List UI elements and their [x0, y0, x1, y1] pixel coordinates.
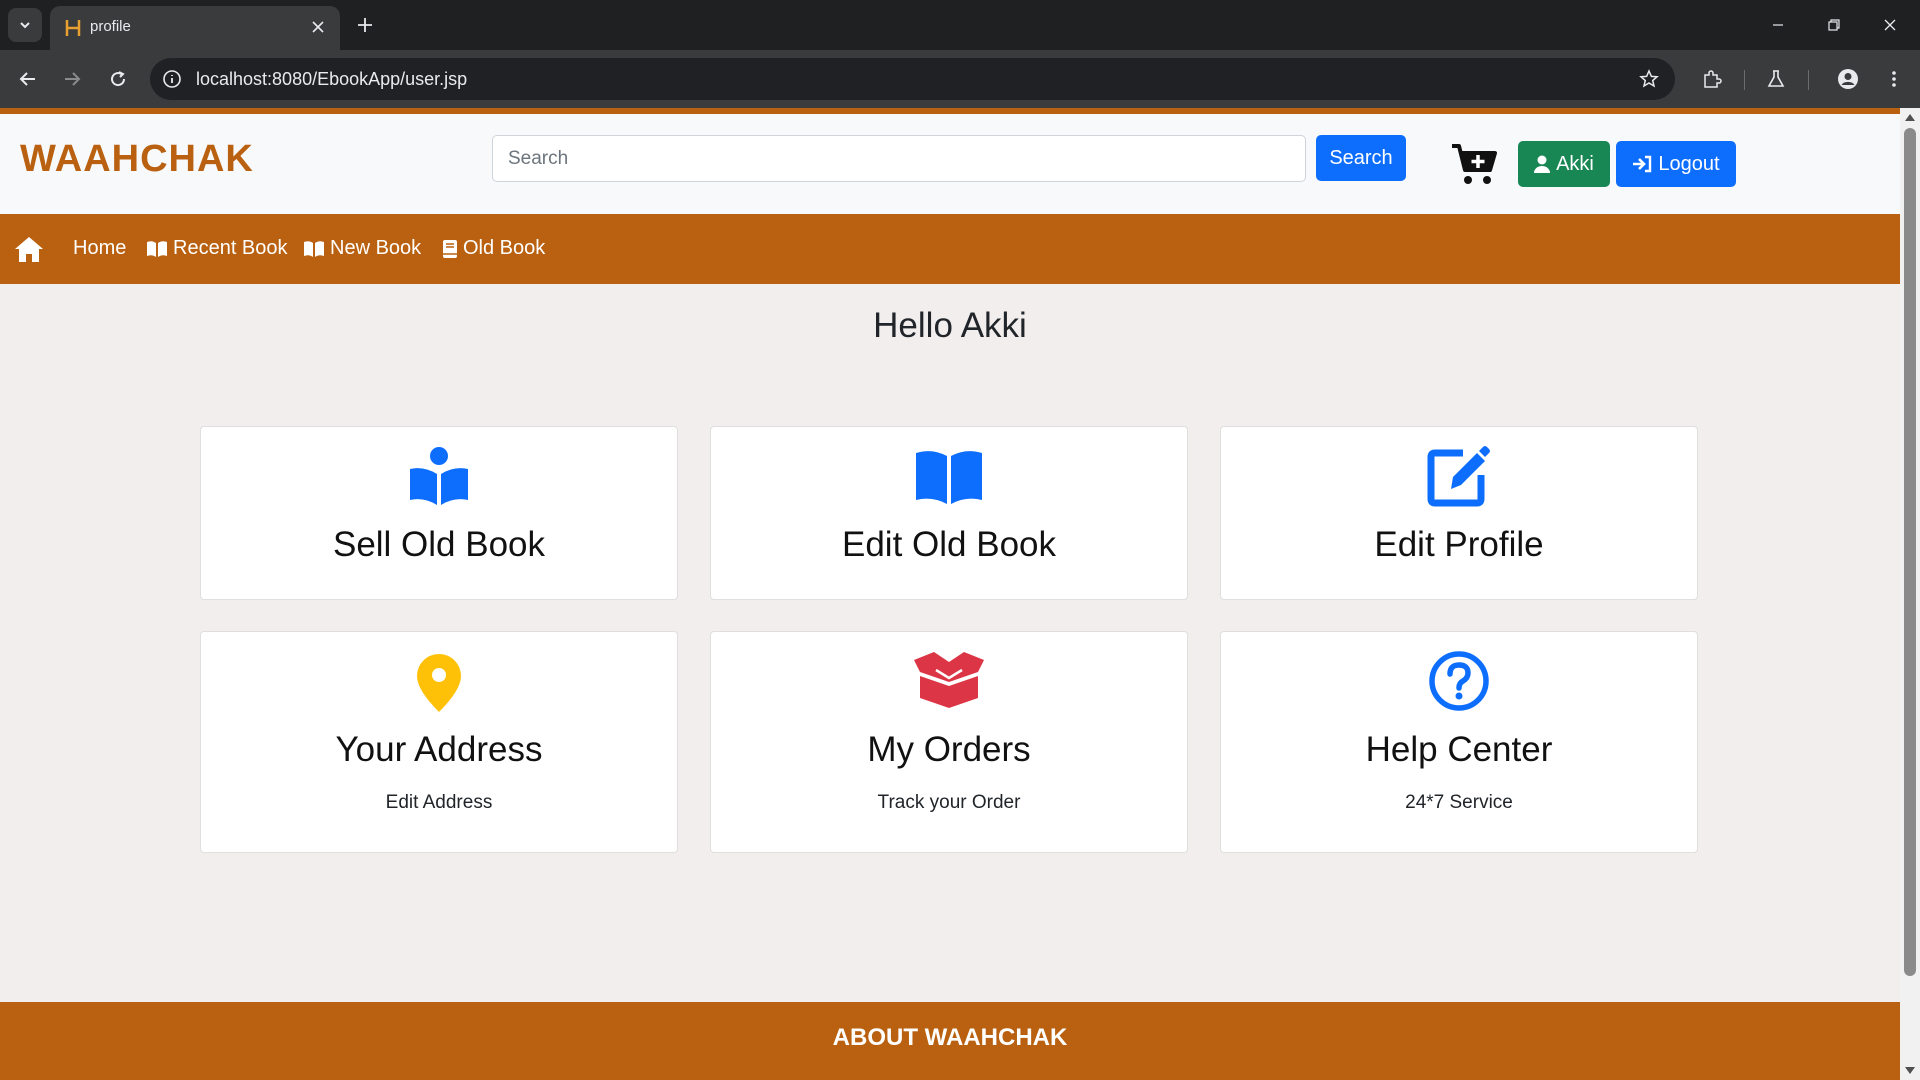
main-navbar: Home Recent Book New Book Old Book	[0, 214, 1900, 284]
restore-button[interactable]	[1814, 10, 1854, 40]
logo-text-left: WAA	[20, 138, 112, 180]
card-subtitle: 24*7 Service	[1405, 792, 1513, 813]
nav-recent-book-label: Recent Book	[173, 237, 288, 259]
close-icon	[1884, 19, 1896, 31]
minimize-button[interactable]	[1758, 10, 1798, 40]
card-title: Your Address	[335, 730, 543, 769]
favicon-icon	[65, 20, 81, 36]
question-circle-icon	[1429, 651, 1489, 711]
url-text: localhost:8080/EbookApp/user.jsp	[196, 69, 468, 89]
address-bar[interactable]: localhost:8080/EbookApp/user.jsp	[150, 58, 1675, 100]
reload-button[interactable]	[102, 63, 134, 95]
card-title: My Orders	[867, 730, 1031, 769]
minimize-icon	[1773, 24, 1783, 26]
card-sell-old-book[interactable]: Sell Old Book	[200, 426, 678, 600]
search-button[interactable]: Search	[1316, 135, 1406, 181]
labs-button[interactable]	[1760, 63, 1792, 95]
book-open-icon	[304, 240, 324, 257]
more-vert-icon	[1892, 71, 1896, 87]
card-edit-profile[interactable]: Edit Profile	[1220, 426, 1698, 600]
restore-icon	[1828, 19, 1840, 31]
flask-icon	[1767, 70, 1785, 87]
logo-text-right: CHAK	[140, 138, 254, 180]
plus-icon	[358, 18, 372, 32]
browser-toolbar: localhost:8080/EbookApp/user.jsp	[0, 50, 1920, 108]
back-button[interactable]	[12, 63, 44, 95]
open-book-icon	[916, 451, 982, 504]
page-scrollbar[interactable]	[1900, 108, 1920, 1080]
edit-icon	[1427, 446, 1490, 507]
site-logo[interactable]: WAAHCHAK	[20, 138, 254, 181]
browser-tabstrip: profile	[0, 0, 1920, 50]
extensions-button[interactable]	[1696, 63, 1728, 95]
user-profile-button[interactable]: Akki	[1518, 141, 1610, 187]
cart-plus-icon[interactable]	[1450, 142, 1498, 186]
page-content: WAAHCHAK Search Akki Logout Home Rece	[0, 114, 1900, 1080]
card-title: Edit Profile	[1374, 525, 1544, 564]
scroll-down-arrow-icon[interactable]	[1905, 1067, 1915, 1074]
card-title: Help Center	[1365, 730, 1553, 769]
card-subtitle: Edit Address	[385, 792, 493, 813]
book-reader-icon	[410, 447, 468, 505]
tab-search-button[interactable]	[8, 8, 42, 42]
site-info-icon[interactable]	[162, 69, 182, 89]
book-open-icon	[147, 240, 167, 257]
arrow-right-icon	[65, 72, 81, 86]
profile-icon	[1838, 69, 1858, 89]
scroll-up-arrow-icon[interactable]	[1905, 114, 1915, 121]
card-subtitle: Track your Order	[877, 792, 1021, 813]
profile-button[interactable]	[1832, 63, 1864, 95]
sign-in-icon	[1633, 155, 1652, 173]
greeting-heading: Hello Akki	[873, 306, 1027, 345]
close-icon[interactable]	[308, 17, 328, 37]
arrow-left-icon	[19, 72, 35, 86]
home-icon[interactable]	[14, 235, 44, 263]
nav-home-link[interactable]: Home	[73, 237, 126, 260]
reload-icon	[111, 71, 126, 87]
toolbar-separator	[1744, 70, 1745, 90]
card-title: Sell Old Book	[332, 525, 546, 564]
user-button-label: Akki	[1556, 152, 1594, 175]
map-marker-icon	[417, 654, 461, 712]
nav-old-book-label: Old Book	[463, 237, 546, 259]
book-icon	[443, 239, 457, 258]
search-input[interactable]	[492, 135, 1306, 182]
card-edit-old-book[interactable]: Edit Old Book	[710, 426, 1188, 600]
box-open-icon	[914, 652, 984, 708]
nav-old-book-link[interactable]: Old Book	[442, 237, 545, 260]
nav-new-book-label: New Book	[330, 237, 422, 259]
footer-title: ABOUT WAAHCHAK	[832, 1024, 1068, 1051]
new-tab-button[interactable]	[352, 12, 378, 38]
menu-button[interactable]	[1878, 63, 1910, 95]
site-footer: ABOUT WAAHCHAK	[0, 1002, 1900, 1080]
scroll-thumb[interactable]	[1904, 128, 1916, 976]
window-close-button[interactable]	[1870, 10, 1910, 40]
forward-button[interactable]	[56, 63, 88, 95]
logo-text-mid: H	[111, 138, 141, 180]
toolbar-separator	[1808, 70, 1809, 90]
nav-new-book-link[interactable]: New Book	[303, 237, 421, 260]
card-title: Edit Old Book	[842, 525, 1056, 564]
site-header: WAAHCHAK Search Akki Logout	[0, 114, 1900, 214]
card-my-orders[interactable]: My Orders Track your Order	[710, 631, 1188, 853]
nav-recent-book-link[interactable]: Recent Book	[146, 237, 288, 260]
logout-button[interactable]: Logout	[1616, 141, 1736, 187]
chevron-down-icon	[20, 22, 30, 29]
tab-title: profile	[90, 18, 131, 35]
logout-button-label: Logout	[1658, 152, 1720, 175]
card-your-address[interactable]: Your Address Edit Address	[200, 631, 678, 853]
card-help-center[interactable]: Help Center 24*7 Service	[1220, 631, 1698, 853]
user-icon	[1534, 155, 1551, 173]
star-icon[interactable]	[1639, 69, 1659, 89]
puzzle-icon	[1704, 70, 1722, 88]
nav-home-label: Home	[73, 237, 127, 259]
browser-tab-active[interactable]: profile	[50, 6, 340, 50]
